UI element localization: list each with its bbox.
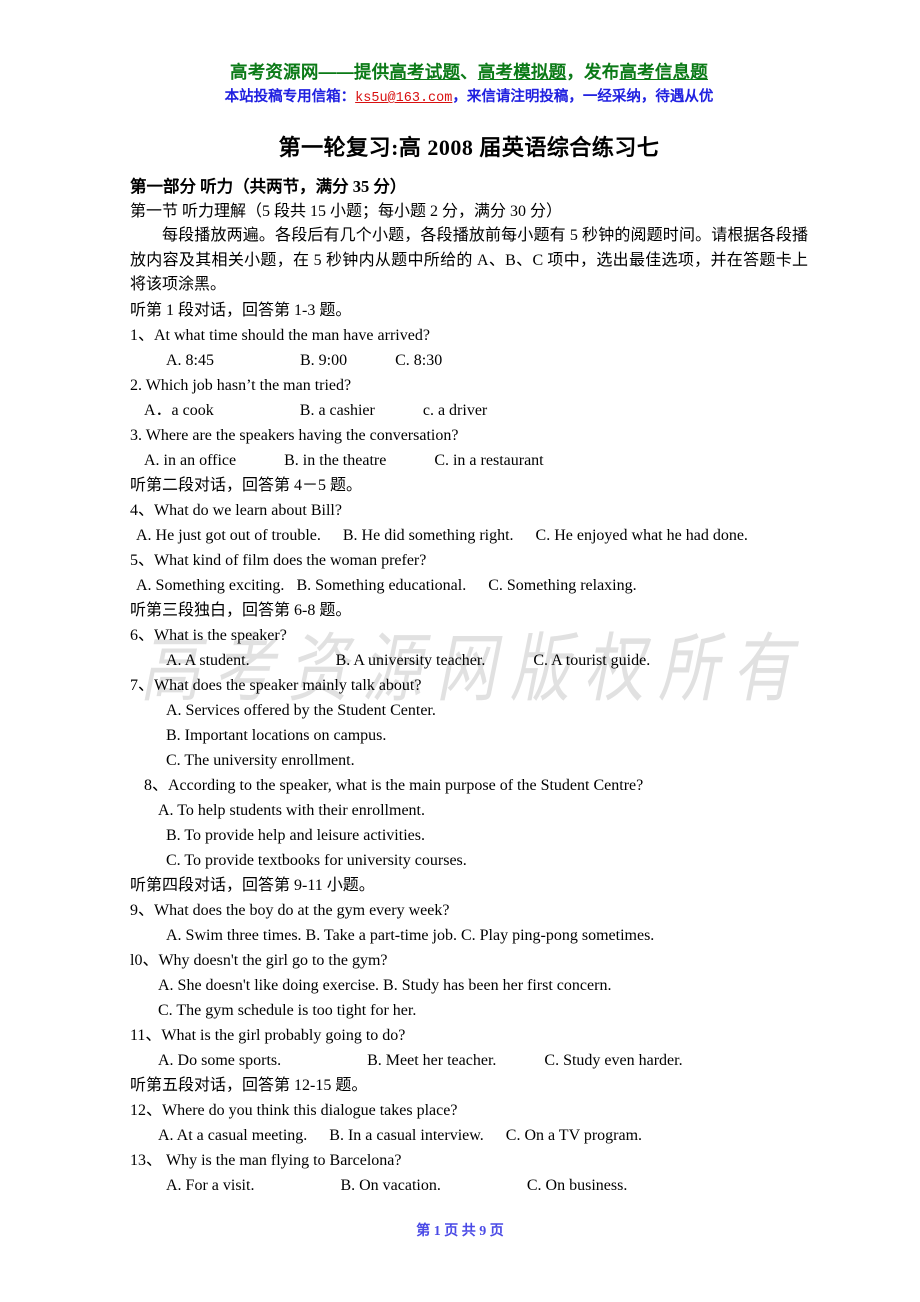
question-5-options: A. Something exciting. B. Something educa… — [130, 573, 808, 598]
question-1-option-a[interactable]: A. 8:45 — [166, 352, 214, 369]
listening-cue-4: 听第四段对话，回答第 9-11 小题。 — [130, 876, 375, 894]
question-12-stem: 12、Where do you think this dialogue take… — [130, 1101, 458, 1119]
listening-cue-3: 听第三段独白，回答第 6-8 题。 — [130, 601, 352, 619]
question-4-option-a[interactable]: A. He just got out of trouble. — [136, 527, 321, 544]
question-2-option-c[interactable]: c. a driver — [423, 402, 487, 419]
document-page: 高考资源网版权所有 高考资源网——提供高考试题、高考模拟题，发布高考信息题 本站… — [0, 0, 920, 1302]
question-3-option-c[interactable]: C. in a restaurant — [434, 452, 543, 469]
listening-instructions: 每段播放两遍。各段后有几个小题，各段播放前每小题有 5 秒钟的阅题时间。请根据各… — [130, 227, 808, 293]
question-10-option-c[interactable]: C. The gym schedule is too tight for her… — [130, 998, 808, 1023]
question-6-option-c[interactable]: C. A tourist guide. — [533, 652, 650, 669]
question-6-option-b[interactable]: B. A university teacher. — [336, 652, 486, 669]
question-2-stem: 2. Which job hasn’t the man tried? — [130, 376, 352, 394]
question-11-option-b[interactable]: B. Meet her teacher. — [367, 1052, 496, 1069]
question-4-stem: 4、What do we learn about Bill? — [130, 501, 342, 519]
question-7-option-c[interactable]: C. The university enrollment. — [130, 748, 808, 773]
question-8-option-a[interactable]: A. To help students with their enrollmen… — [130, 798, 808, 823]
question-11-options: A. Do some sports. B. Meet her teacher. C.… — [130, 1048, 808, 1073]
question-3-option-b[interactable]: B. in the theatre — [284, 452, 386, 469]
question-3-options: A. in an office B. in the theatre C. in a … — [130, 448, 808, 473]
listening-cue-5: 听第五段对话，回答第 12-15 题。 — [130, 1076, 368, 1094]
masthead-link-info-papers[interactable]: 高考信息题 — [619, 62, 708, 82]
question-4-option-b[interactable]: B. He did something right. — [343, 527, 514, 544]
question-2-options: A．a cook B. a cashier c. a driver — [130, 398, 808, 423]
question-1-option-c[interactable]: C. 8:30 — [395, 352, 442, 369]
question-7-option-b[interactable]: B. Important locations on campus. — [130, 723, 808, 748]
page-footer: 第 1 页 共 9 页 — [416, 1224, 504, 1239]
question-5-stem: 5、What kind of film does the woman prefe… — [130, 551, 427, 569]
question-12-option-c[interactable]: C. On a TV program. — [506, 1127, 642, 1144]
masthead-submission-line: 本站投稿专用信箱：ks5u@163.com，来信请注明投稿，一经采纳，待遇从优 — [130, 87, 808, 109]
masthead-promo-pre: 高考资源网——提供 — [230, 62, 390, 82]
question-6-option-a[interactable]: A. A student. — [166, 652, 250, 669]
question-8-option-b[interactable]: B. To provide help and leisure activitie… — [130, 823, 808, 848]
question-1-options: A. 8:45 B. 9:00 C. 8:30 — [130, 348, 808, 373]
question-6-options: A. A student. B. A university teacher. C. … — [130, 648, 808, 673]
question-2-option-a[interactable]: A．a cook — [144, 402, 214, 419]
question-11-option-a[interactable]: A. Do some sports. — [158, 1052, 281, 1069]
masthead-sep-2: ，发布 — [566, 62, 620, 82]
question-8-stem: 8、According to the speaker, what is the … — [144, 776, 644, 794]
document-content: 高考资源网——提供高考试题、高考模拟题，发布高考信息题 本站投稿专用信箱：ks5… — [0, 0, 920, 1198]
question-2-option-b[interactable]: B. a cashier — [300, 402, 375, 419]
listening-cue-2: 听第二段对话，回答第 4－5 题。 — [130, 476, 363, 494]
question-1-stem: 1、At what time should the man have arriv… — [130, 326, 430, 344]
question-5-option-a[interactable]: A. Something exciting. — [136, 577, 284, 594]
question-10-stem: l0、Why doesn't the girl go to the gym? — [130, 951, 388, 969]
question-6-stem: 6、What is the speaker? — [130, 626, 287, 644]
page-title: 第一轮复习:高 2008 届英语综合练习七 — [278, 135, 660, 160]
question-7-stem: 7、What does the speaker mainly talk abou… — [130, 676, 422, 694]
question-12-option-a[interactable]: A. At a casual meeting. — [158, 1127, 307, 1144]
site-masthead: 高考资源网——提供高考试题、高考模拟题，发布高考信息题 本站投稿专用信箱：ks5… — [130, 0, 808, 109]
question-13-option-b[interactable]: B. On vacation. — [340, 1177, 440, 1194]
question-12-option-b[interactable]: B. In a casual interview. — [329, 1127, 483, 1144]
question-5-option-b[interactable]: B. Something educational. — [296, 577, 466, 594]
question-12-options: A. At a casual meeting. B. In a casual in… — [130, 1123, 808, 1148]
masthead-promo-line: 高考资源网——提供高考试题、高考模拟题，发布高考信息题 — [130, 62, 808, 82]
question-4-option-c[interactable]: C. He enjoyed what he had done. — [536, 527, 748, 544]
masthead-link-mock-papers[interactable]: 高考模拟题 — [478, 62, 567, 82]
masthead-mailbox-label: 本站投稿专用信箱： — [224, 89, 356, 105]
question-5-option-c[interactable]: C. Something relaxing. — [488, 577, 636, 594]
question-13-option-c[interactable]: C. On business. — [527, 1177, 627, 1194]
question-11-option-c[interactable]: C. Study even harder. — [544, 1052, 682, 1069]
question-10-options-ab[interactable]: A. She doesn't like doing exercise. B. S… — [130, 973, 808, 998]
question-13-stem: 13、 Why is the man flying to Barcelona? — [130, 1151, 402, 1169]
question-9-options[interactable]: A. Swim three times. B. Take a part-time… — [130, 923, 808, 948]
question-3-stem: 3. Where are the speakers having the con… — [130, 426, 459, 444]
question-8-option-c[interactable]: C. To provide textbooks for university c… — [130, 848, 808, 873]
section-one-subheading: 第一节 听力理解（5 段共 15 小题；每小题 2 分，满分 30 分） — [130, 202, 563, 220]
question-9-stem: 9、What does the boy do at the gym every … — [130, 901, 450, 919]
masthead-sep-1: 、 — [460, 62, 478, 82]
question-11-stem: 11、What is the girl probably going to do… — [130, 1026, 406, 1044]
question-7-option-a[interactable]: A. Services offered by the Student Cente… — [130, 698, 808, 723]
masthead-email-link[interactable]: ks5u@163.com — [355, 91, 452, 106]
question-1-option-b[interactable]: B. 9:00 — [300, 352, 347, 369]
question-13-options: A. For a visit. B. On vacation. C. On busi… — [130, 1173, 808, 1198]
question-13-option-a[interactable]: A. For a visit. — [166, 1177, 254, 1194]
question-4-options: A. He just got out of trouble. B. He did … — [130, 523, 808, 548]
listening-cue-1: 听第 1 段对话，回答第 1-3 题。 — [130, 301, 352, 319]
masthead-link-exam-papers[interactable]: 高考试题 — [389, 62, 460, 82]
question-3-option-a[interactable]: A. in an office — [144, 452, 236, 469]
part-one-heading: 第一部分 听力（共两节，满分 35 分） — [130, 177, 407, 196]
masthead-mailbox-note: ，来信请注明投稿，一经采纳，待遇从优 — [452, 89, 714, 105]
